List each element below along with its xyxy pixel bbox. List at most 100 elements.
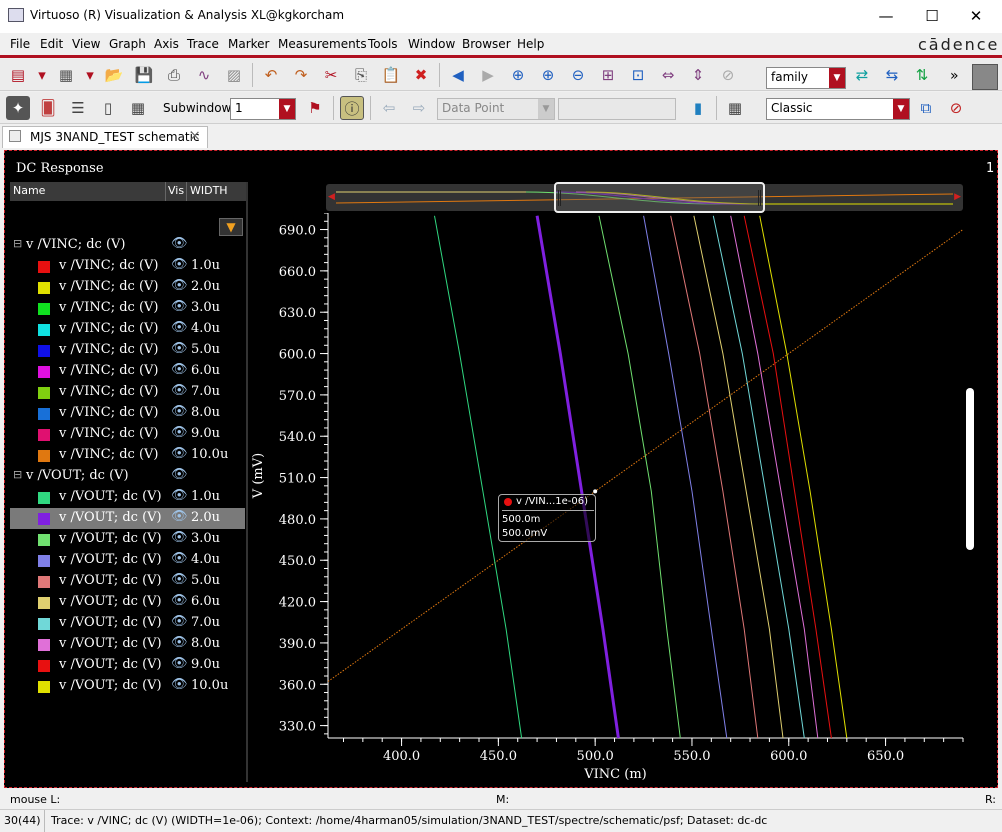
collapse-icon[interactable]: ⊟ bbox=[13, 468, 22, 481]
trace-line[interactable] bbox=[434, 215, 523, 739]
trace-row[interactable]: v /VINC; dc (V) 👁 9.0u bbox=[10, 424, 245, 445]
close-button[interactable]: ✕ bbox=[956, 4, 996, 28]
trace-color-swatch[interactable] bbox=[38, 555, 50, 567]
eye-icon[interactable]: 👁 bbox=[171, 257, 188, 272]
family-icon-3[interactable]: ⇅ bbox=[910, 63, 934, 87]
trace-row[interactable]: v /VOUT; dc (V) 👁 2.0u bbox=[10, 508, 245, 529]
trace-color-swatch[interactable] bbox=[38, 429, 50, 441]
header-name[interactable]: Name bbox=[13, 184, 45, 197]
new-subwindow-icon[interactable]: ▦ bbox=[54, 63, 78, 87]
eye-icon[interactable]: 👁 bbox=[171, 656, 188, 671]
menu-browser[interactable]: Browser bbox=[462, 37, 511, 51]
trace-line[interactable] bbox=[598, 215, 681, 739]
family-icon-1[interactable]: ⇄ bbox=[850, 63, 874, 87]
scroll-left-icon[interactable]: ◀ bbox=[328, 192, 335, 202]
calculator-icon[interactable]: ▦ bbox=[723, 96, 747, 120]
trace-line[interactable] bbox=[643, 215, 728, 739]
trace-row[interactable]: v /VINC; dc (V) 👁 8.0u bbox=[10, 403, 245, 424]
header-width[interactable]: WIDTH bbox=[190, 184, 228, 197]
eye-icon[interactable]: 👁 bbox=[171, 530, 188, 545]
stack-horizontal-icon[interactable]: ☰ bbox=[66, 96, 90, 120]
eye-icon[interactable]: 👁 bbox=[171, 551, 188, 566]
trace-row[interactable]: v /VOUT; dc (V) 👁 8.0u bbox=[10, 634, 245, 655]
trace-row[interactable]: v /VINC; dc (V) 👁 6.0u bbox=[10, 361, 245, 382]
scroll-right-icon[interactable]: ▶ bbox=[954, 192, 961, 202]
print-icon[interactable]: ⎙ bbox=[162, 63, 186, 87]
info-icon[interactable]: ⓘ bbox=[340, 96, 364, 120]
histogram-icon[interactable]: ▮ bbox=[686, 96, 710, 120]
trace-row[interactable]: v /VINC; dc (V) 👁 4.0u bbox=[10, 319, 245, 340]
tab-schematic[interactable]: MJS 3NAND_TEST schematic × bbox=[2, 126, 208, 148]
trace-row[interactable]: v /VINC; dc (V) 👁 10.0u bbox=[10, 445, 245, 466]
trace-color-swatch[interactable] bbox=[38, 618, 50, 630]
eye-icon[interactable]: 👁 bbox=[171, 614, 188, 629]
menu-view[interactable]: View bbox=[72, 37, 100, 51]
new-window-dropdown-icon[interactable]: ▾ bbox=[36, 63, 48, 87]
eye-icon[interactable]: 👁 bbox=[171, 341, 188, 356]
zoom-in-icon[interactable]: ⊕ bbox=[506, 63, 530, 87]
delete-icon[interactable]: ✖ bbox=[409, 63, 433, 87]
filter-icon[interactable]: ▼ bbox=[219, 218, 243, 236]
eye-icon[interactable]: 👁 bbox=[171, 572, 188, 587]
trace-line[interactable] bbox=[670, 215, 759, 739]
left-grip-icon[interactable] bbox=[558, 190, 561, 206]
trace-row[interactable]: v /VINC; dc (V) 👁 7.0u bbox=[10, 382, 245, 403]
trace-color-swatch[interactable] bbox=[38, 681, 50, 693]
close-tab-icon[interactable]: × bbox=[189, 128, 201, 144]
menu-file[interactable]: File bbox=[10, 37, 30, 51]
redo-icon[interactable]: ↷ bbox=[289, 63, 313, 87]
subwindow-select[interactable]: 1 ▼ bbox=[230, 98, 296, 120]
menu-marker[interactable]: Marker bbox=[228, 37, 269, 51]
open-folder-icon[interactable]: 📂 bbox=[102, 63, 126, 87]
zoom-y-icon[interactable]: ⊖ bbox=[566, 63, 590, 87]
trace-row[interactable]: v /VINC; dc (V) 👁 2.0u bbox=[10, 277, 245, 298]
menu-window[interactable]: Window bbox=[408, 37, 455, 51]
selected-trace-line[interactable] bbox=[535, 215, 620, 739]
trace-line[interactable] bbox=[712, 215, 805, 739]
trace-color-swatch[interactable] bbox=[38, 576, 50, 588]
new-window-icon[interactable]: ▤ bbox=[6, 63, 30, 87]
trace-color-swatch[interactable] bbox=[38, 408, 50, 420]
collapse-icon[interactable]: ⊟ bbox=[13, 237, 22, 250]
trace-color-swatch[interactable] bbox=[38, 345, 50, 357]
zoom-x-icon[interactable]: ⊕ bbox=[536, 63, 560, 87]
undo-icon[interactable]: ↶ bbox=[259, 63, 283, 87]
trace-color-swatch[interactable] bbox=[38, 366, 50, 378]
cards-icon[interactable]: 🂠 bbox=[36, 96, 60, 120]
fit-icon[interactable]: ⊡ bbox=[626, 63, 650, 87]
eye-icon[interactable]: 👁 bbox=[171, 320, 188, 335]
family-icon-2[interactable]: ⇆ bbox=[880, 63, 904, 87]
trace-color-swatch[interactable] bbox=[38, 660, 50, 672]
menu-help[interactable]: Help bbox=[517, 37, 544, 51]
trace-color-swatch[interactable] bbox=[38, 513, 50, 525]
overview-window-handle[interactable] bbox=[554, 182, 765, 213]
trace-color-swatch[interactable] bbox=[38, 324, 50, 336]
cut-icon[interactable]: ✂ bbox=[319, 63, 343, 87]
trace-line[interactable] bbox=[743, 215, 832, 739]
eye-icon[interactable]: 👁 bbox=[171, 362, 188, 377]
trace-group[interactable]: ⊟ v /VOUT; dc (V) 👁 bbox=[10, 466, 245, 487]
toolbar-overflow-button[interactable]: » bbox=[950, 68, 959, 84]
grid-layout-icon[interactable]: ▦ bbox=[126, 96, 150, 120]
grid-view-icon[interactable] bbox=[972, 64, 998, 90]
minimize-button[interactable]: — bbox=[866, 4, 906, 28]
menu-measurements[interactable]: Measurements bbox=[278, 37, 367, 51]
trace-color-swatch[interactable] bbox=[38, 282, 50, 294]
marker-tooltip[interactable]: v /VIN...1e-06) 500.0m 500.0mV bbox=[498, 494, 596, 542]
flag-icon[interactable]: ⚑ bbox=[303, 96, 327, 120]
family-select[interactable]: family ▼ bbox=[766, 67, 846, 89]
window-copy-icon[interactable]: ⧉ bbox=[914, 96, 938, 120]
trace-color-swatch[interactable] bbox=[38, 534, 50, 546]
trace-color-swatch[interactable] bbox=[38, 492, 50, 504]
trace-row[interactable]: v /VOUT; dc (V) 👁 10.0u bbox=[10, 676, 245, 697]
paste-icon[interactable]: 📋 bbox=[379, 63, 403, 87]
waveform-icon[interactable]: ∿ bbox=[192, 63, 216, 87]
trace-color-swatch[interactable] bbox=[38, 450, 50, 462]
trace-color-swatch[interactable] bbox=[38, 639, 50, 651]
marker-point[interactable] bbox=[593, 489, 598, 494]
trace-row[interactable]: v /VOUT; dc (V) 👁 4.0u bbox=[10, 550, 245, 571]
stack-vertical-icon[interactable]: ▯ bbox=[96, 96, 120, 120]
classic-select[interactable]: Classic ▼ bbox=[766, 98, 910, 120]
eye-icon[interactable]: 👁 bbox=[171, 236, 188, 251]
trace-row[interactable]: v /VOUT; dc (V) 👁 5.0u bbox=[10, 571, 245, 592]
